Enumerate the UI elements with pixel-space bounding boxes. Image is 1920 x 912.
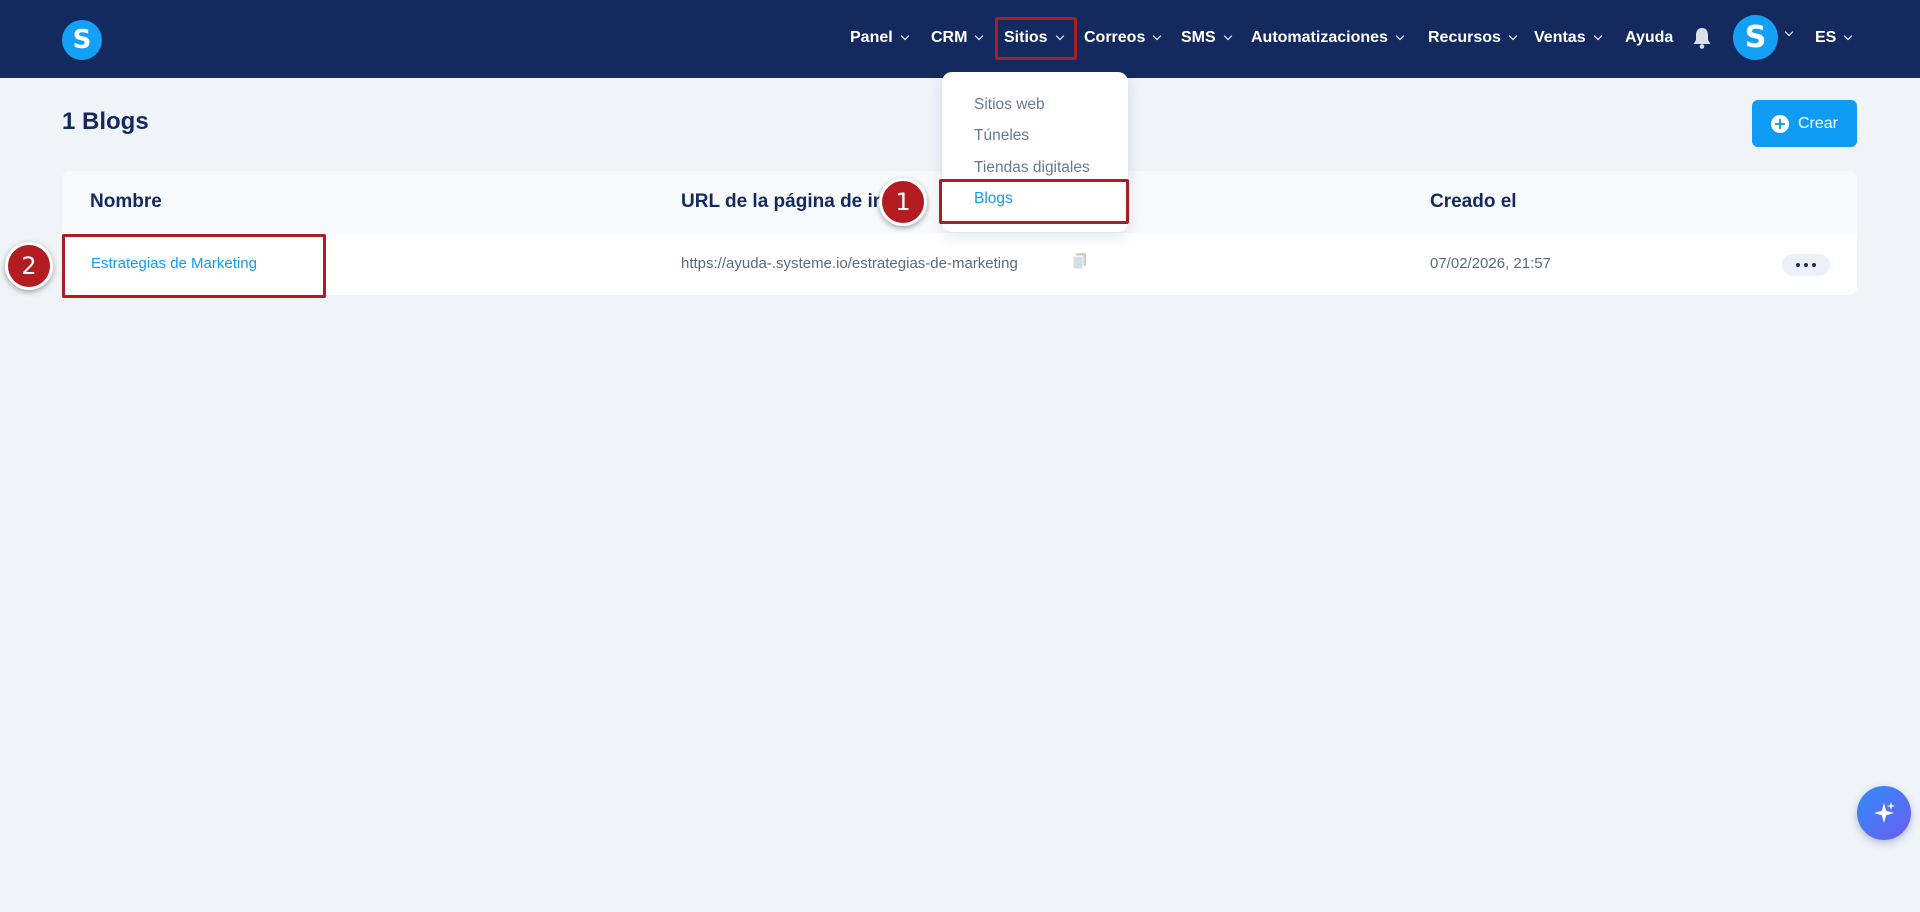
blog-created-date: 07/02/2026, 21:57 bbox=[1430, 255, 1551, 272]
create-label: Crear bbox=[1797, 114, 1838, 132]
nav-sms[interactable]: SMS bbox=[1181, 26, 1232, 50]
blog-name-link[interactable]: Estrategias de Marketing bbox=[91, 255, 257, 272]
nav-recursos-label: Recursos bbox=[1428, 29, 1501, 46]
page-title: 1 Blogs bbox=[62, 108, 149, 135]
chevron-down-icon bbox=[1153, 31, 1162, 41]
nav-ayuda-label: Ayuda bbox=[1625, 29, 1674, 46]
nav-sitios-label: Sitios bbox=[1004, 29, 1048, 46]
create-blog-button[interactable]: + Crear bbox=[1752, 100, 1857, 147]
chevron-down-icon bbox=[1223, 31, 1232, 41]
nav-ayuda[interactable]: Ayuda bbox=[1625, 26, 1673, 50]
nav-sms-label: SMS bbox=[1181, 29, 1216, 46]
copy-icon[interactable] bbox=[1072, 253, 1088, 271]
chevron-down-icon bbox=[1508, 31, 1518, 41]
top-navigation-bar: S Panel CRM Sitios Correos SMS Automatiz… bbox=[0, 0, 1920, 78]
avatar[interactable]: S bbox=[1733, 15, 1778, 60]
nav-automatizaciones-label: Automatizaciones bbox=[1251, 29, 1388, 46]
dot bbox=[1796, 263, 1800, 267]
menu-item-tuneles[interactable]: Túneles bbox=[974, 127, 1029, 145]
more-options-button[interactable] bbox=[1782, 254, 1830, 276]
chevron-down-icon bbox=[1055, 31, 1064, 41]
nav-sitios[interactable]: Sitios bbox=[1004, 26, 1064, 50]
chevron-down-icon bbox=[1395, 31, 1405, 41]
chevron-down-icon bbox=[900, 31, 909, 41]
column-header-created: Creado el bbox=[1430, 191, 1517, 212]
nav-panel[interactable]: Panel bbox=[850, 26, 909, 50]
chevron-down-icon bbox=[1593, 31, 1602, 41]
nav-crm-label: CRM bbox=[931, 29, 968, 46]
nav-correos[interactable]: Correos bbox=[1084, 26, 1162, 50]
systeme-logo[interactable]: S bbox=[62, 20, 102, 60]
chevron-down-icon bbox=[975, 31, 984, 41]
menu-item-sitios-web[interactable]: Sitios web bbox=[974, 96, 1045, 114]
language-selector[interactable]: ES bbox=[1815, 26, 1853, 50]
sitios-dropdown-menu: Sitios web Túneles Tiendas digitales Blo… bbox=[942, 72, 1128, 232]
nav-ventas[interactable]: Ventas bbox=[1534, 26, 1602, 50]
language-label: ES bbox=[1815, 29, 1837, 46]
column-header-name: Nombre bbox=[90, 191, 162, 212]
blog-url: https://ayuda-.systeme.io/estrategias-de… bbox=[681, 255, 1018, 272]
nav-crm[interactable]: CRM bbox=[931, 26, 984, 50]
nav-correos-label: Correos bbox=[1084, 29, 1146, 46]
nav-recursos[interactable]: Recursos bbox=[1428, 26, 1518, 50]
plus-icon: + bbox=[1770, 114, 1789, 133]
step-marker-2: 2 bbox=[5, 242, 53, 290]
menu-item-tiendas-digitales[interactable]: Tiendas digitales bbox=[974, 159, 1090, 177]
nav-panel-label: Panel bbox=[850, 29, 893, 46]
step-marker-1: 1 bbox=[879, 178, 927, 226]
dot bbox=[1804, 263, 1808, 267]
chevron-down-icon[interactable] bbox=[1784, 27, 1794, 37]
nav-automatizaciones[interactable]: Automatizaciones bbox=[1251, 26, 1405, 50]
sparkle-icon bbox=[1874, 802, 1895, 823]
nav-ventas-label: Ventas bbox=[1534, 29, 1586, 46]
bell-icon[interactable] bbox=[1691, 26, 1713, 50]
ai-assistant-button[interactable] bbox=[1857, 786, 1911, 840]
menu-item-blogs[interactable]: Blogs bbox=[974, 190, 1013, 208]
chevron-down-icon bbox=[1844, 31, 1853, 41]
dot bbox=[1812, 263, 1816, 267]
